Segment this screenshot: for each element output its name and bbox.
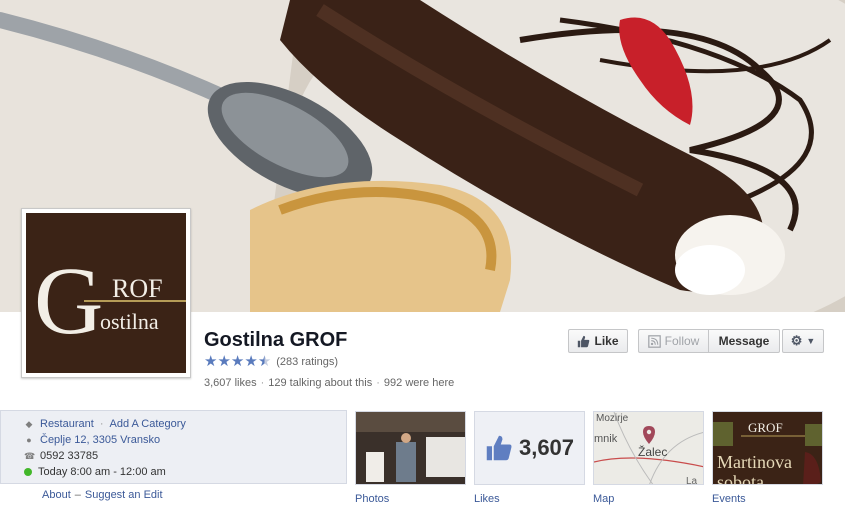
logo-rof-text: ROF [112,274,163,303]
facebook-page: G ROF ostilna Gostilna GROF ★ ★ ★ ★ ★ (2… [0,0,845,517]
location-pin-icon: ● [26,435,32,445]
caret-down-icon: ▼ [806,336,816,346]
map-thumbnail-image: Mozirje mnik Žalec La [594,412,703,485]
likes-tile[interactable]: 3,607 [474,411,585,485]
thumbs-up-icon [486,435,512,461]
phone-line: ☎ 0592 33785 [24,450,98,462]
events-thumbnail-image: GROF Martinova sobota [713,412,822,485]
follow-button[interactable]: Follow [638,329,708,353]
profile-picture[interactable]: G ROF ostilna [21,208,191,378]
photos-tile[interactable] [355,411,466,485]
photos-label[interactable]: Photos [355,493,389,505]
open-status-dot [24,468,32,476]
about-link[interactable]: About [42,489,71,501]
rating-row[interactable]: ★ ★ ★ ★ ★ (283 ratings) [204,354,338,370]
phone-icon: ☎ [24,450,36,461]
star-icon: ★ [217,353,231,370]
like-button[interactable]: Like [568,329,628,353]
map-label[interactable]: Map [593,493,614,505]
events-tile[interactable]: GROF Martinova sobota [712,411,823,485]
thumbs-up-icon [578,335,590,347]
map-label-mozirje: Mozirje [596,413,629,424]
events-label[interactable]: Events [712,493,746,505]
settings-dropdown-button[interactable]: ⚙ ▼ [782,329,824,353]
map-tile[interactable]: Mozirje mnik Žalec La [593,411,704,485]
were-here-stat: 992 were here [383,377,455,389]
address-line: ● Čeplje 12, 3305 Vransko [24,434,160,446]
follow-label: Follow [664,334,700,348]
about-row: About – Suggest an Edit [42,489,163,501]
star-icon: ★ [230,353,245,370]
map-label-la: La [686,476,698,485]
message-label: Message [718,334,770,348]
add-category-link[interactable]: Add A Category [109,418,185,430]
events-title-text: Martinova [717,452,792,472]
category-line: ◆ Restaurant · Add A Category [25,418,186,430]
page-stats: 3,607 likes · 129 talking about this · 992 w… [204,377,455,389]
grof-logo: G ROF ostilna [26,213,186,373]
logo-sub-text: ostilna [100,309,159,334]
photos-thumbnail-image [356,412,465,484]
events-grof-text: GROF [748,420,783,435]
rating-count[interactable]: (283 ratings) [276,356,338,368]
phone-number: 0592 33785 [40,450,99,462]
star-icon: ★ [204,353,218,370]
likes-label[interactable]: Likes [474,493,500,505]
likes-count: 3,607 [518,435,575,460]
address-link[interactable]: Čeplje 12, 3305 Vransko [40,434,160,446]
half-star-icon: ★ [257,353,272,370]
likes-stat: 3,607 likes [204,377,257,389]
events-subtitle-text: sobota [717,472,764,485]
map-label-mnik: mnik [594,433,618,445]
talking-stat: 129 talking about this [268,377,373,389]
hours-text: Today 8:00 am - 12:00 am [38,466,166,478]
suggest-edit-link[interactable]: Suggest an Edit [85,489,163,501]
star-icon: ★ [244,353,258,370]
gear-icon: ⚙ [790,333,803,348]
hours-line: Today 8:00 am - 12:00 am [24,466,166,478]
rating-stars: ★ ★ ★ ★ ★ [204,354,271,370]
rss-icon [647,334,661,348]
tag-icon: ◆ [25,418,33,429]
page-title[interactable]: Gostilna GROF [204,329,347,352]
map-label-zalec: Žalec [638,444,667,459]
message-button[interactable]: Message [708,329,780,353]
like-label: Like [594,334,619,348]
category-link[interactable]: Restaurant [40,418,94,430]
